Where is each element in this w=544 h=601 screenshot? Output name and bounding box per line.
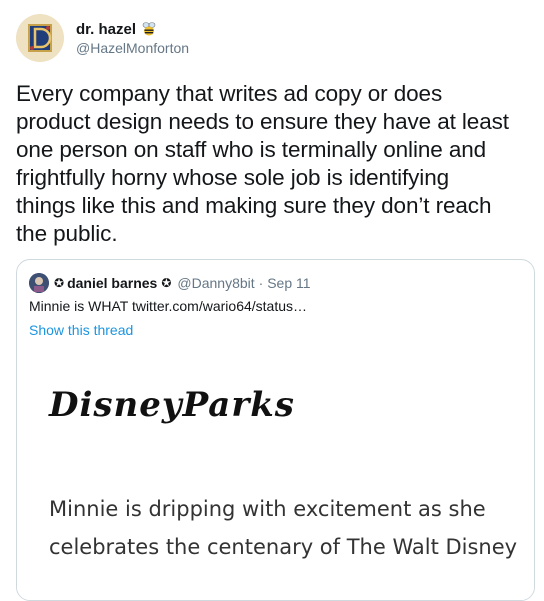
quoted-avatar-icon xyxy=(29,273,49,293)
bee-icon xyxy=(142,22,156,36)
suffix-star-icon: ✪ xyxy=(161,276,172,290)
quoted-date[interactable]: · Sep 11 xyxy=(259,275,311,291)
illuminated-letter-icon xyxy=(16,14,64,62)
show-thread-link[interactable]: Show this thread xyxy=(29,322,133,338)
display-name-text[interactable]: dr. hazel xyxy=(76,21,136,38)
quoted-display-name[interactable]: daniel barnes xyxy=(67,275,157,291)
avatar[interactable] xyxy=(16,14,64,62)
quoted-text: Minnie is WHAT twitter.com/wario64/statu… xyxy=(29,298,308,314)
prefix-star-icon: ✪ xyxy=(54,276,65,290)
image-body-text: Minnie is dripping with excitement as sh… xyxy=(49,497,518,559)
tweet-header: dr. hazel @HazelMonforton xyxy=(16,14,189,62)
quoted-tweet[interactable]: ✪ daniel barnes ✪ @Danny8bit · Sep 11 Mi… xyxy=(16,259,535,601)
display-name[interactable]: dr. hazel xyxy=(76,20,189,38)
quoted-avatar[interactable] xyxy=(29,273,49,293)
author-names: dr. hazel @HazelMonforton xyxy=(76,20,189,57)
quoted-handle[interactable]: @Danny8bit xyxy=(177,275,254,291)
tweet-text: Every company that writes ad copy or doe… xyxy=(16,81,509,246)
quoted-tweet-header: ✪ daniel barnes ✪ @Danny8bit · Sep 11 xyxy=(29,273,311,293)
handle[interactable]: @HazelMonforton xyxy=(76,40,189,56)
quoted-image[interactable]: DisneyParks Minnie is dripping with exci… xyxy=(17,350,534,600)
disney-parks-logo: DisneyParks xyxy=(49,385,295,425)
